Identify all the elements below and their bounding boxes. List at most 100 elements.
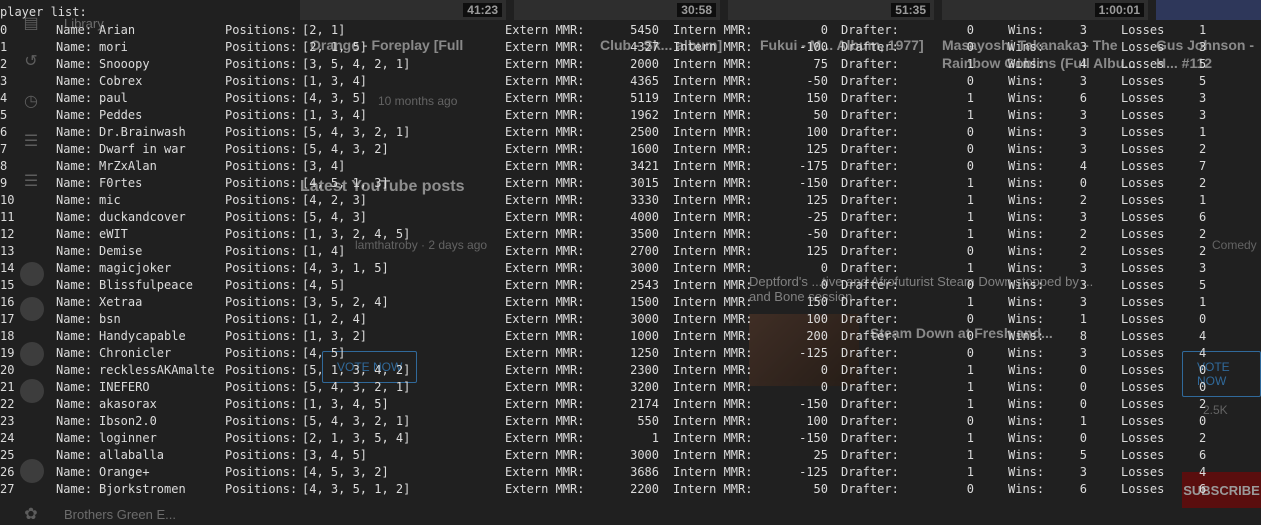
intern-mmr-label: Intern MMR: [673, 23, 753, 37]
video-thumbnail[interactable] [1156, 0, 1261, 20]
extern-mmr-label: Extern MMR: [505, 40, 585, 54]
wins-label: Wins: [1008, 380, 1045, 394]
extern-mmr-value: 3000 [630, 261, 659, 275]
intern-mmr-label: Intern MMR: [673, 244, 753, 258]
drafter-label: Drafter: [841, 176, 899, 190]
positions-label: Positions: [225, 57, 298, 71]
extern-mmr-value: 2543 [630, 278, 659, 292]
player-name: Blissfulpeace [99, 278, 193, 292]
player-name: Snooopy [99, 57, 150, 71]
intern-mmr-label: Intern MMR: [673, 261, 753, 275]
drafter-value: 0 [966, 312, 974, 326]
intern-mmr-value: -125 [799, 346, 828, 360]
player-index: 24 [0, 431, 15, 445]
drafter-value: 0 [966, 278, 974, 292]
extern-mmr-value: 2200 [630, 482, 659, 496]
wins-value: 3 [1079, 210, 1087, 224]
extern-mmr-label: Extern MMR: [505, 431, 585, 445]
wins-label: Wins: [1008, 397, 1045, 411]
wins-value: 3 [1079, 278, 1087, 292]
drafter-value: 0 [966, 23, 974, 37]
player-index: 3 [0, 74, 8, 88]
extern-mmr-label: Extern MMR: [505, 23, 585, 37]
intern-mmr-value: 0 [820, 278, 828, 292]
player-name: duckandcover [99, 210, 186, 224]
player-row: 19 Name: Chronicler Positions: [4, 5] Extern … [0, 345, 1261, 362]
intern-mmr-value: -150 [799, 431, 828, 445]
extern-mmr-label: Extern MMR: [505, 244, 585, 258]
extern-mmr-value: 2300 [630, 363, 659, 377]
player-positions: [4, 5, 1, 3] [302, 176, 389, 190]
losses-label: Losses [1121, 278, 1165, 292]
name-label: Name: [56, 448, 93, 462]
wins-value: 6 [1079, 91, 1087, 105]
player-row: 5 Name: Peddes Positions: [1, 3, 4] Extern MM… [0, 107, 1261, 124]
player-index: 0 [0, 23, 8, 37]
player-index: 22 [0, 397, 15, 411]
player-index: 26 [0, 465, 15, 479]
player-row: 6 Name: Dr.Brainwash Positions: [5, 4, 3, 2,… [0, 124, 1261, 141]
player-name: Demise [99, 244, 143, 258]
extern-mmr-value: 1 [651, 431, 659, 445]
player-row: 2 Name: Snooopy Positions: [3, 5, 4, 2, 1] Ex… [0, 56, 1261, 73]
losses-label: Losses [1121, 448, 1165, 462]
losses-label: Losses [1121, 74, 1165, 88]
wins-label: Wins: [1008, 57, 1045, 71]
losses-label: Losses [1121, 295, 1165, 309]
drafter-value: 1 [966, 363, 974, 377]
player-positions: [1, 3, 4] [302, 108, 368, 122]
losses-label: Losses [1121, 108, 1165, 122]
drafter-value: 1 [966, 57, 974, 71]
player-row: 0 Name: Arian Positions: [2, 1] Extern MMR: 54… [0, 22, 1261, 39]
wins-value: 3 [1079, 295, 1087, 309]
player-name: Handycapable [99, 329, 186, 343]
intern-mmr-label: Intern MMR: [673, 159, 753, 173]
intern-mmr-value: 50 [813, 482, 828, 496]
extern-mmr-label: Extern MMR: [505, 465, 585, 479]
intern-mmr-value: -150 [799, 176, 828, 190]
extern-mmr-value: 1500 [630, 295, 659, 309]
positions-label: Positions: [225, 414, 298, 428]
losses-value: 1 [1199, 193, 1207, 207]
wins-value: 2 [1079, 193, 1087, 207]
name-label: Name: [56, 346, 93, 360]
drafter-value: 1 [966, 193, 974, 207]
intern-mmr-label: Intern MMR: [673, 125, 753, 139]
player-positions: [2, 1, 5] [302, 40, 368, 54]
player-row: 11 Name: duckandcover Positions: [5, 4, 3] Ex… [0, 209, 1261, 226]
intern-mmr-label: Intern MMR: [673, 278, 753, 292]
losses-value: 4 [1199, 346, 1207, 360]
wins-label: Wins: [1008, 448, 1045, 462]
wins-value: 5 [1079, 448, 1087, 462]
drafter-value: 1 [966, 380, 974, 394]
extern-mmr-value: 1250 [630, 346, 659, 360]
losses-label: Losses [1121, 125, 1165, 139]
video-thumbnail[interactable]: 51:35 [728, 0, 934, 20]
sidebar-item-brothers[interactable]: ✿ Brothers Green E... [20, 503, 176, 525]
player-index: 9 [0, 176, 8, 190]
wins-label: Wins: [1008, 261, 1045, 275]
video-thumbnail[interactable]: 41:23 [300, 0, 506, 20]
player-list-console: player list: 0 Name: Arian Positions: [2, 1]… [0, 0, 1206, 496]
player-row: 21 Name: INEFERO Positions: [5, 4, 3, 2, 1] E… [0, 379, 1261, 396]
wins-label: Wins: [1008, 346, 1045, 360]
intern-mmr-label: Intern MMR: [673, 380, 753, 394]
player-positions: [3, 5, 4, 2, 1] [302, 57, 411, 71]
extern-mmr-label: Extern MMR: [505, 193, 585, 207]
positions-label: Positions: [225, 227, 298, 241]
wins-value: 1 [1079, 312, 1087, 326]
wins-value: 0 [1079, 431, 1087, 445]
drafter-label: Drafter: [841, 278, 899, 292]
extern-mmr-label: Extern MMR: [505, 57, 585, 71]
extern-mmr-label: Extern MMR: [505, 295, 585, 309]
intern-mmr-label: Intern MMR: [673, 397, 753, 411]
extern-mmr-value: 2174 [630, 397, 659, 411]
extern-mmr-label: Extern MMR: [505, 312, 585, 326]
name-label: Name: [56, 210, 93, 224]
player-name: INEFERO [99, 380, 150, 394]
video-thumbnail[interactable]: 30:58 [514, 0, 720, 20]
video-thumbnail[interactable]: 1:00:01 [942, 0, 1148, 20]
wins-value: 3 [1079, 40, 1087, 54]
extern-mmr-label: Extern MMR: [505, 210, 585, 224]
intern-mmr-label: Intern MMR: [673, 227, 753, 241]
